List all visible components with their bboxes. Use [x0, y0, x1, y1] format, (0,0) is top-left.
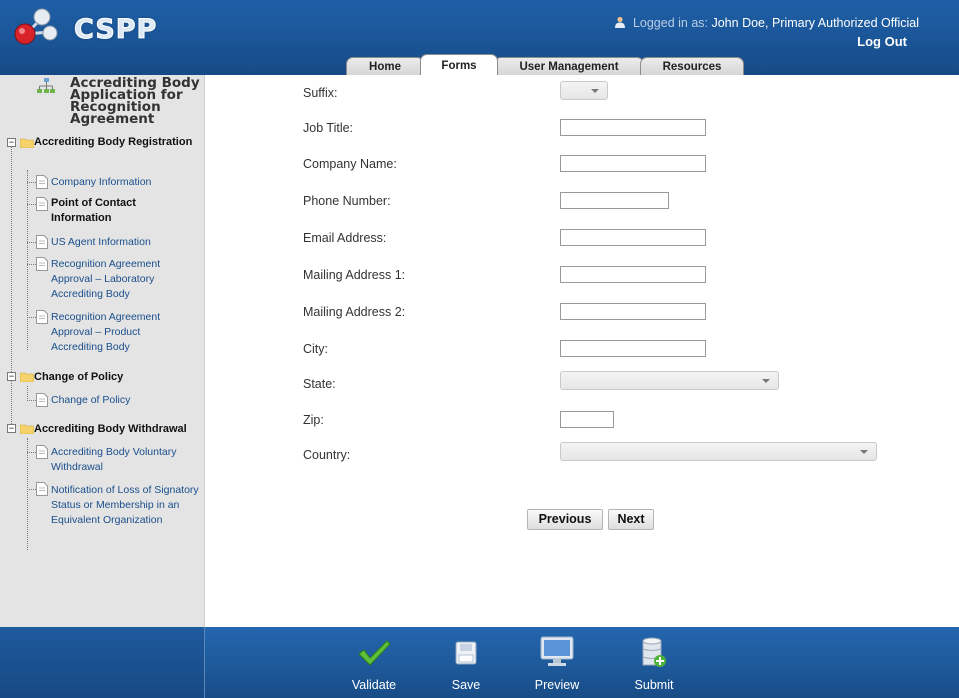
tree-connector — [27, 400, 36, 401]
floppy-disk-icon — [455, 641, 477, 665]
tree-connector — [27, 317, 36, 318]
section-withdrawal-label: Accrediting Body Withdrawal — [34, 423, 187, 435]
folder-icon — [20, 372, 34, 382]
country-select[interactable] — [560, 442, 877, 461]
cspp-logo[interactable]: CSPP — [12, 6, 162, 46]
collapse-toggle-registration[interactable]: − — [7, 138, 16, 147]
section-withdrawal[interactable]: Accrediting Body Withdrawal — [34, 421, 204, 437]
checkmark-icon — [358, 640, 391, 666]
phone-number-label: Phone Number: — [303, 194, 391, 208]
tree-connector — [27, 204, 36, 205]
next-button[interactable]: Next — [608, 509, 654, 530]
state-label: State: — [303, 377, 336, 391]
sidebar-item-us-agent[interactable]: US Agent Information — [51, 235, 201, 250]
app-header: CSPP Logged in as: John Doe, Primary Aut… — [0, 0, 959, 75]
sidebar-item-loss-of-signatory[interactable]: Notification of Loss of Signatory Status… — [51, 483, 201, 528]
job-title-label: Job Title: — [303, 121, 354, 135]
tree-connector — [11, 145, 12, 430]
mailing-address-2-label: Mailing Address 2: — [303, 305, 406, 319]
folder-icon — [20, 424, 34, 434]
suffix-label: Suffix: — [303, 86, 338, 100]
tab-home[interactable]: Home — [346, 57, 424, 75]
sidebar-item-change-of-policy[interactable]: Change of Policy — [51, 393, 201, 408]
page-icon — [36, 310, 48, 324]
page-icon — [36, 445, 48, 459]
section-registration[interactable]: Accrediting Body Registration — [34, 134, 194, 150]
previous-button[interactable]: Previous — [527, 509, 603, 530]
suffix-select[interactable] — [560, 81, 608, 100]
collapse-toggle-withdrawal[interactable]: − — [7, 424, 16, 433]
zip-label: Zip: — [303, 413, 324, 427]
section-registration-label: Accrediting Body Registration — [34, 136, 193, 148]
state-select[interactable] — [560, 371, 779, 390]
login-status: Logged in as: John Doe, Primary Authoriz… — [614, 16, 919, 30]
login-user: John Doe, Primary Authorized Official — [711, 16, 919, 30]
logo-text: CSPP — [73, 14, 158, 46]
page-icon — [36, 197, 48, 211]
city-input[interactable] — [560, 340, 706, 357]
preview-button[interactable]: Preview — [522, 627, 592, 698]
tab-user-management[interactable]: User Management — [494, 57, 644, 75]
tree-connector — [27, 182, 36, 183]
tree-connector — [27, 264, 36, 265]
collapse-toggle-change-policy[interactable]: − — [7, 372, 16, 381]
section-change-policy[interactable]: Change of Policy — [34, 369, 194, 385]
tree-connector — [27, 438, 28, 550]
preview-label: Preview — [534, 678, 580, 692]
dropdown-arrow-icon — [860, 450, 868, 454]
tab-resources[interactable]: Resources — [640, 57, 744, 75]
page-icon — [36, 257, 48, 271]
company-name-input[interactable] — [560, 155, 706, 172]
sidebar-item-point-of-contact[interactable]: Point of Contact Information — [51, 196, 161, 226]
page-icon — [36, 393, 48, 407]
email-address-label: Email Address: — [303, 231, 387, 245]
database-add-icon — [642, 637, 666, 667]
zip-input[interactable] — [560, 411, 614, 428]
mailing-address-1-input[interactable] — [560, 266, 706, 283]
sidebar-item-recognition-product[interactable]: Recognition Agreement Approval – Product… — [51, 310, 176, 355]
validate-label: Validate — [351, 678, 397, 692]
main-tabs: Home Forms User Management Resources — [346, 54, 744, 75]
folder-icon — [20, 138, 34, 148]
footer-left-panel — [0, 627, 205, 698]
sidebar-item-company-information[interactable]: Company Information — [51, 175, 201, 190]
sidebar-item-recognition-laboratory[interactable]: Recognition Agreement Approval – Laborat… — [51, 257, 176, 302]
validate-button[interactable]: Validate — [339, 627, 409, 698]
user-icon — [615, 16, 626, 28]
molecule-logo-icon — [14, 8, 58, 45]
monitor-icon — [540, 636, 574, 666]
sidebar-item-voluntary-withdrawal[interactable]: Accrediting Body Voluntary Withdrawal — [51, 445, 196, 475]
sidebar-tree: Accrediting Body Application for Recogni… — [0, 75, 205, 627]
email-address-input[interactable] — [560, 229, 706, 246]
job-title-input[interactable] — [560, 119, 706, 136]
tree-connector — [27, 170, 28, 350]
submit-label: Submit — [634, 678, 674, 692]
company-name-label: Company Name: — [303, 157, 397, 171]
page-icon — [36, 235, 48, 249]
dropdown-arrow-icon — [591, 89, 599, 93]
mailing-address-1-label: Mailing Address 1: — [303, 268, 406, 282]
mailing-address-2-input[interactable] — [560, 303, 706, 320]
phone-number-input[interactable] — [560, 192, 669, 209]
tab-forms[interactable]: Forms — [420, 54, 498, 75]
city-label: City: — [303, 342, 328, 356]
tree-connector — [27, 386, 28, 401]
page-icon — [36, 175, 48, 189]
login-prefix: Logged in as: — [632, 16, 708, 30]
tree-connector — [27, 452, 36, 453]
tree-connector — [27, 242, 36, 243]
sitemap-icon — [37, 78, 55, 93]
page-icon — [36, 482, 48, 496]
dropdown-arrow-icon — [762, 379, 770, 383]
country-label: Country: — [303, 448, 351, 462]
sidebar-title: Accrediting Body Application for Recogni… — [70, 75, 200, 127]
section-change-policy-label: Change of Policy — [34, 371, 124, 383]
submit-button[interactable]: Submit — [619, 627, 689, 698]
action-footer: Validate Save Preview Submit — [0, 627, 959, 698]
tree-connector — [27, 489, 36, 490]
logout-link[interactable]: Log Out — [857, 34, 907, 49]
save-button[interactable]: Save — [431, 627, 501, 698]
save-label: Save — [451, 678, 481, 692]
